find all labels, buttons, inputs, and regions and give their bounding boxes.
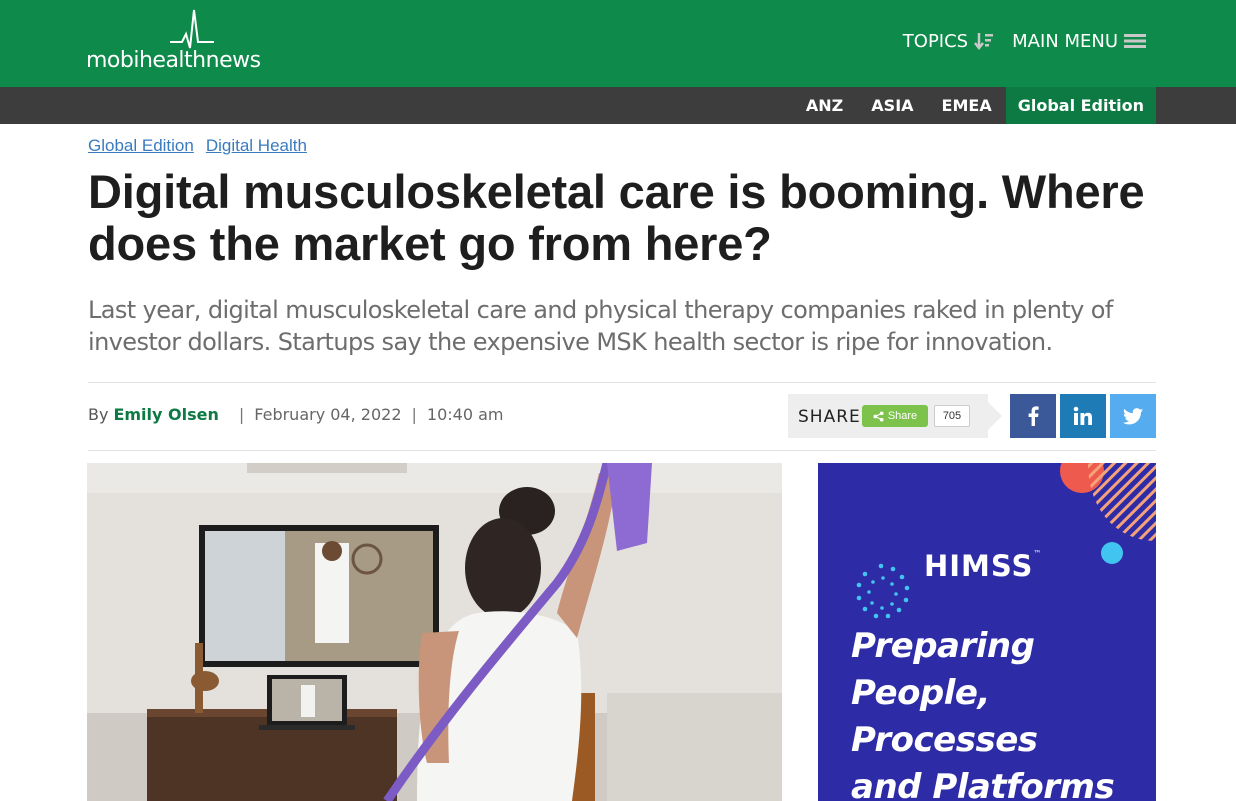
heartbeat-icon bbox=[170, 9, 214, 49]
share-count: 705 bbox=[934, 405, 970, 427]
site-header: mobihealthnews TOPICS MAIN MENU bbox=[0, 0, 1236, 87]
linkedin-icon bbox=[1073, 406, 1092, 425]
himss-logo: HIMSS™ bbox=[924, 549, 1043, 583]
byline-prefix: By bbox=[88, 405, 109, 424]
sort-down-icon bbox=[974, 33, 994, 51]
share-box: SHARE Share 705 bbox=[788, 394, 1002, 438]
twitter-icon bbox=[1123, 407, 1143, 424]
byline-separator: | bbox=[238, 405, 245, 424]
site-logo[interactable]: mobihealthnews bbox=[86, 8, 301, 74]
topics-label: TOPICS bbox=[902, 30, 969, 52]
twitter-share-button[interactable] bbox=[1110, 394, 1156, 438]
ad-tagline-line: and Platforms bbox=[851, 767, 1115, 801]
top-nav: TOPICS MAIN MENU bbox=[903, 26, 1146, 56]
edition-asia[interactable]: ASIA bbox=[857, 87, 927, 124]
ad-tagline-line: Processes bbox=[851, 720, 1038, 760]
facebook-icon bbox=[1028, 406, 1039, 426]
edition-emea[interactable]: EMEA bbox=[928, 87, 1006, 124]
facebook-share-button[interactable] bbox=[1010, 394, 1056, 438]
publish-date: February 04, 2022 bbox=[254, 405, 402, 424]
article-dek: Last year, digital musculoskeletal care … bbox=[88, 296, 1113, 356]
main-menu-button[interactable]: MAIN MENU bbox=[1012, 31, 1146, 52]
breadcrumb: Global Edition Digital Health bbox=[88, 136, 307, 156]
advertisement[interactable]: HIMSS™ Preparing People, Processes and P… bbox=[818, 463, 1156, 801]
share-button-label: Share bbox=[887, 410, 918, 422]
publish-time: 10:40 am bbox=[426, 405, 504, 424]
hamburger-icon bbox=[1124, 34, 1146, 48]
share-button[interactable]: Share bbox=[862, 405, 928, 427]
edition-global[interactable]: Global Edition bbox=[1005, 87, 1156, 124]
breadcrumb-digital-health[interactable]: Digital Health bbox=[206, 136, 307, 156]
share-box-arrow bbox=[988, 402, 1002, 430]
main-menu-label: MAIN MENU bbox=[1012, 30, 1118, 52]
ad-tagline-line: Preparing bbox=[851, 626, 1035, 666]
ad-tagline-line: People, bbox=[851, 673, 990, 713]
byline: By Emily Olsen | February 04, 2022 | 10:… bbox=[88, 405, 503, 424]
ad-tagline: Preparing People, Processes and Platform… bbox=[851, 623, 1151, 801]
linkedin-share-button[interactable] bbox=[1060, 394, 1106, 438]
article-headline: Digital musculoskeletal care is booming.… bbox=[88, 165, 1145, 270]
article-hero-image bbox=[87, 463, 782, 801]
breadcrumb-global-edition[interactable]: Global Edition bbox=[88, 136, 194, 156]
byline-separator: | bbox=[411, 405, 417, 424]
edition-bar: ANZ ASIA EMEA Global Edition bbox=[0, 87, 1236, 124]
divider bbox=[88, 450, 1156, 451]
topics-button[interactable]: TOPICS bbox=[903, 31, 994, 52]
logo-wordmark: mobihealthnews bbox=[86, 48, 261, 73]
share-label: SHARE bbox=[798, 407, 861, 427]
share-icon bbox=[873, 410, 884, 422]
edition-tabs: ANZ ASIA EMEA Global Edition bbox=[792, 87, 1156, 124]
hero-photo bbox=[87, 463, 782, 801]
divider bbox=[88, 382, 1156, 383]
edition-anz[interactable]: ANZ bbox=[792, 87, 857, 124]
author-link[interactable]: Emily Olsen bbox=[113, 405, 218, 424]
